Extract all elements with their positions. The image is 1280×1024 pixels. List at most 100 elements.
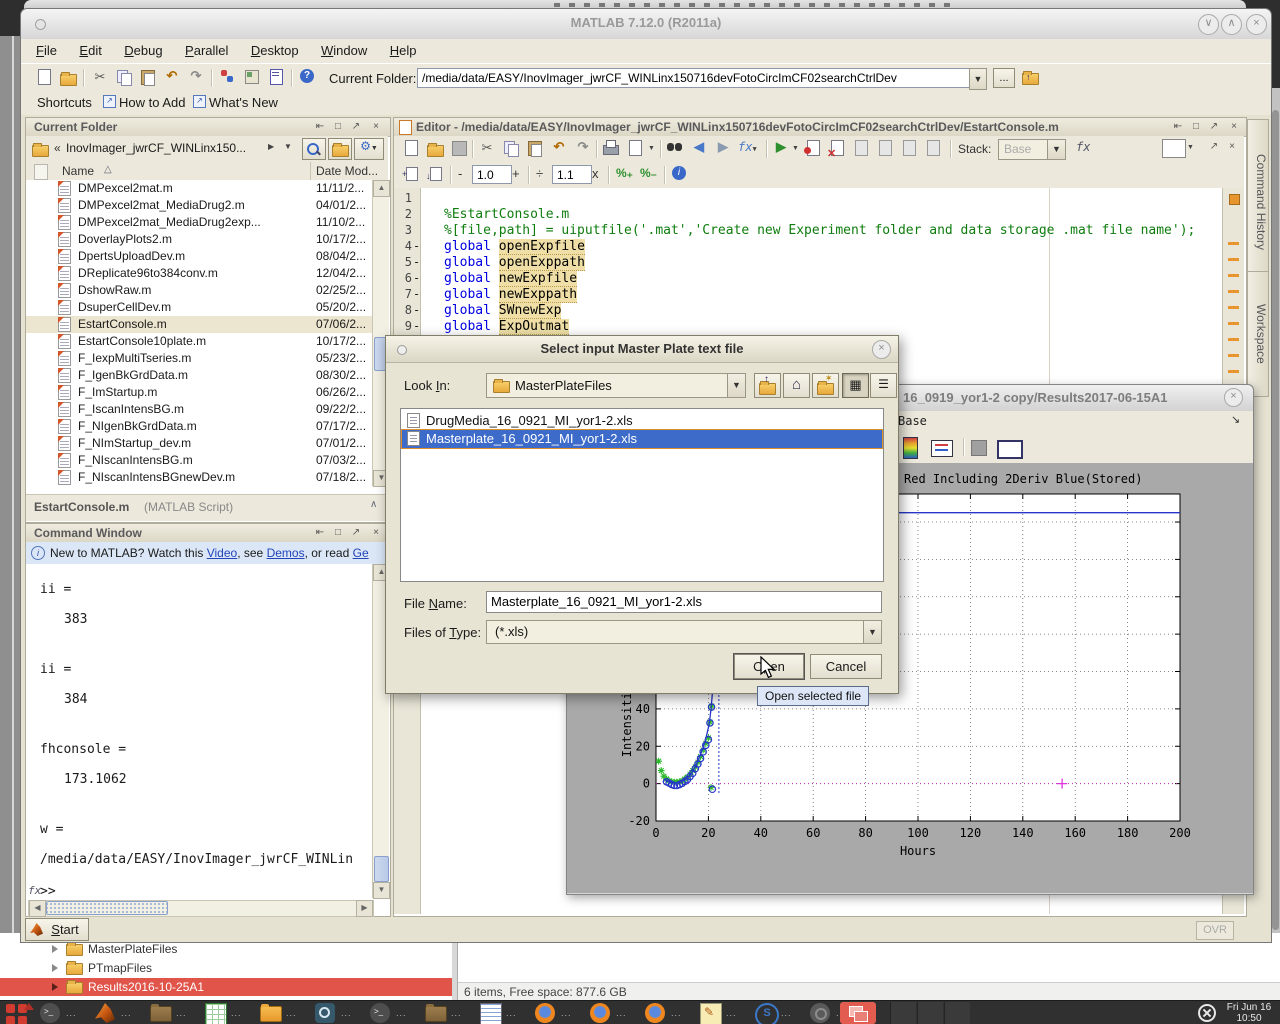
table-row[interactable]: F_IexpMultiTseries.m05/23/2...	[26, 350, 374, 367]
code-line[interactable]: %[file,path] = uiputfile('.mat','Create …	[444, 223, 1195, 238]
taskbar-item[interactable]: ...	[256, 1001, 308, 1024]
command-output-area[interactable]: ii =383ii =384fhconsole =173.1062w =/med…	[26, 564, 374, 898]
whats-new-icon[interactable]: ↗	[193, 95, 206, 108]
expander-icon[interactable]	[52, 983, 58, 991]
menu-file[interactable]: File	[27, 43, 66, 58]
tab-workspace[interactable]: Workspace	[1247, 271, 1269, 397]
undock-icon[interactable]: ↗	[348, 526, 364, 540]
editor-header[interactable]: Editor - /media/data/EASY/InovImager_jwr…	[394, 118, 1246, 137]
command-window-hscrollbar[interactable]: ◀ ▶	[28, 900, 374, 917]
taskbar-item[interactable]: ...	[476, 1001, 528, 1024]
increase-font-button[interactable]: +	[512, 166, 520, 181]
maximize-panel-icon[interactable]: □	[1188, 120, 1204, 134]
code-line[interactable]: global newExppath	[444, 287, 577, 302]
redo-icon[interactable]: ↷	[187, 67, 205, 85]
new-folder-button[interactable]: ✶	[812, 373, 839, 398]
scrollbar-thumb[interactable]	[46, 901, 168, 915]
figure-close-button[interactable]: ×	[1224, 388, 1243, 407]
stack-combo[interactable]: Base ▼	[998, 139, 1066, 160]
table-row[interactable]: F_NIscanIntensBG.m07/03/2...	[26, 452, 374, 469]
new-file-icon[interactable]	[35, 68, 53, 86]
mlint-mark[interactable]	[1228, 290, 1239, 293]
clear-breakpoints-icon[interactable]: ✕	[828, 139, 846, 157]
list-item[interactable]: Masterplate_16_0921_MI_yor1-2.xls	[402, 430, 882, 448]
mlint-mark[interactable]	[1228, 306, 1239, 309]
cancel-button[interactable]: Cancel	[810, 654, 882, 679]
dock-icon[interactable]: ⇤	[312, 526, 328, 540]
address-text[interactable]: InovImager_jwrCF_WINLinx150...	[66, 141, 246, 155]
taskbar-item[interactable]: ...	[586, 1001, 638, 1024]
table-row[interactable]: F_NIgenBkGrdData.m07/17/2...	[26, 418, 374, 435]
table-row[interactable]: F_NIscanIntensBGnewDev.m07/18/2...	[26, 469, 374, 486]
code-line[interactable]: global openExppath	[444, 255, 585, 270]
view-dropdown-icon[interactable]: ▼	[1187, 144, 1194, 151]
divide-button[interactable]: ÷	[536, 166, 543, 181]
list-view-button[interactable]: ☰	[870, 373, 897, 398]
current-folder-path-input[interactable]: /media/data/EASY/InovImager_jwrCF_WINLin…	[417, 68, 975, 88]
print-icon[interactable]	[602, 139, 620, 157]
colorbar-icon[interactable]	[903, 437, 918, 459]
actions-gear-button[interactable]: ⚙▼	[354, 138, 384, 160]
taskbar-item[interactable]: ...	[366, 1001, 418, 1024]
find-icon[interactable]	[666, 139, 684, 157]
table-row[interactable]: DoverlayPlots2.m10/17/2...	[26, 231, 374, 248]
list-item[interactable]: DrugMedia_16_0921_MI_yor1-2.xls	[402, 412, 882, 430]
command-window-header[interactable]: Command Window ⇤ □ ↗ ×	[26, 524, 390, 543]
figure-menu-text[interactable]: Base	[898, 414, 927, 428]
undo-icon[interactable]: ↶	[163, 67, 181, 85]
insert-cell-below-icon[interactable]: ↓	[426, 165, 444, 183]
hold-icon[interactable]	[971, 440, 987, 456]
mlint-indicator[interactable]	[1229, 194, 1240, 205]
editor-view-combo[interactable]	[1162, 139, 1186, 158]
set-breakpoint-icon[interactable]	[804, 139, 822, 157]
menu-edit[interactable]: Edit	[70, 43, 110, 58]
figure-resize-icon[interactable]: ↘	[1231, 413, 1240, 426]
table-row[interactable]: DMPexcel2mat_MediaDrug2exp...11/10/2...	[26, 214, 374, 231]
table-row[interactable]: EstartConsole10plate.m10/17/2...	[26, 333, 374, 350]
font-scale-input[interactable]: 1.0	[472, 165, 512, 184]
undock-icon[interactable]: ↗	[348, 120, 364, 134]
scroll-up-icon[interactable]: ▲	[373, 180, 390, 197]
paste-icon[interactable]	[526, 139, 544, 157]
redo-icon[interactable]: ↷	[574, 138, 592, 156]
files-of-type-combo[interactable]: (*.xls) ▼	[486, 620, 882, 644]
active-app-tile[interactable]	[840, 1002, 876, 1024]
home-button[interactable]: ⌂	[783, 373, 810, 398]
taskbar-item[interactable]: ...	[696, 1001, 748, 1024]
close-panel-icon[interactable]: ×	[1226, 120, 1242, 134]
multiply-button[interactable]: x	[592, 166, 599, 181]
console-prompt[interactable]: >>	[40, 884, 56, 898]
open-file-icon[interactable]	[426, 141, 444, 159]
mlint-mark[interactable]	[1228, 258, 1239, 261]
go-forward-icon[interactable]: ▶	[714, 138, 732, 156]
taskbar-item[interactable]: ...	[421, 1001, 473, 1024]
expander-icon[interactable]	[52, 964, 58, 972]
code-line[interactable]: global openExpfile	[444, 239, 585, 254]
run-icon[interactable]: ▶	[772, 138, 790, 156]
taskbar-item[interactable]: ...	[201, 1001, 253, 1024]
taskbar-item[interactable]: ...	[91, 1001, 143, 1024]
taskbar-item[interactable]: S...	[751, 1001, 803, 1024]
maximize-button[interactable]: ∧	[1221, 14, 1242, 35]
matlab-titlebar[interactable]: MATLAB 7.12.0 (R2011a) ∨ ∧ ×	[21, 9, 1271, 40]
taskbar-item[interactable]: ...	[146, 1001, 198, 1024]
scrollbar-thumb[interactable]	[374, 856, 389, 882]
table-row[interactable]: DshowRaw.m02/25/2...	[26, 282, 374, 299]
taskbar-item[interactable]: ...	[641, 1001, 693, 1024]
code-line[interactable]: global SWnewExp	[444, 303, 561, 318]
clock[interactable]: Fri Jun 16 10:50	[1220, 1002, 1278, 1024]
up-one-level-button[interactable]: ↑	[754, 373, 781, 398]
close-panel-icon[interactable]: ×	[368, 120, 384, 134]
table-row[interactable]: DMPexcel2mat_MediaDrug2.m04/01/2...	[26, 197, 374, 214]
code-line[interactable]: global ExpOutmat	[444, 319, 569, 334]
mlint-mark[interactable]	[1228, 274, 1239, 277]
getting-started-link[interactable]: Ge	[353, 546, 369, 560]
legend-icon[interactable]	[931, 440, 953, 457]
up-folder-icon[interactable]: ↑	[1021, 69, 1039, 87]
taskbar-item[interactable]: ...	[531, 1001, 583, 1024]
dock-icon[interactable]: ⇤	[1170, 120, 1186, 134]
grid-view-button[interactable]: ▦	[842, 373, 869, 398]
video-link[interactable]: Video	[207, 546, 237, 560]
sort-ascending-icon[interactable]: △	[104, 164, 112, 175]
shutter-icon[interactable]	[1198, 1004, 1216, 1022]
